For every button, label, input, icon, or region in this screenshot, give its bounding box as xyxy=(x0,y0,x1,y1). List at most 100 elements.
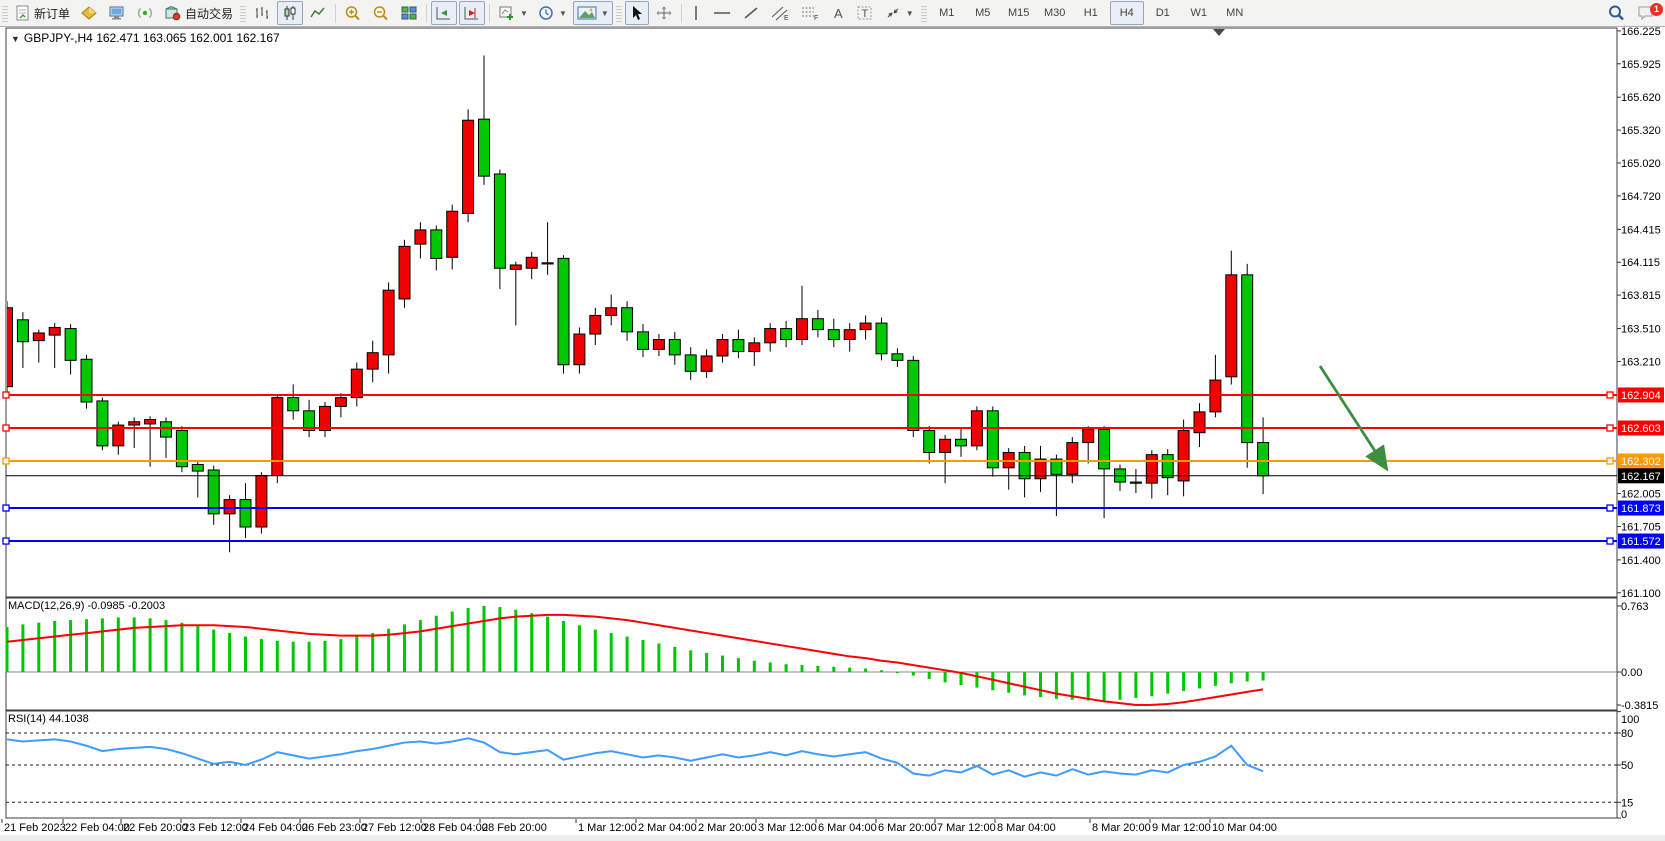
tile-windows-button[interactable] xyxy=(396,1,422,25)
svg-text:T: T xyxy=(861,8,868,20)
toolbar-grip[interactable] xyxy=(2,4,8,22)
line-chart-button[interactable] xyxy=(305,1,331,25)
signal-icon xyxy=(136,5,154,21)
time-tick-label: 28 Feb 20:00 xyxy=(482,822,547,834)
trendline-tool-button[interactable] xyxy=(738,1,764,25)
time-tick-label: 22 Feb 20:00 xyxy=(123,822,188,834)
time-tick-label: 26 Feb 23:00 xyxy=(302,822,367,834)
time-tick-label: 9 Mar 12:00 xyxy=(1152,822,1211,834)
new-order-button[interactable]: 新订单 xyxy=(11,1,74,25)
auto-scroll-button[interactable] xyxy=(431,1,457,25)
rsi-indicator-label: RSI(14) 44.1038 xyxy=(8,713,89,725)
line-handle[interactable] xyxy=(3,458,9,464)
timeframe-button-m5[interactable]: M5 xyxy=(966,1,1000,25)
ohlc-readout: 162.471 163.065 162.001 162.167 xyxy=(96,31,280,45)
autotrading-button[interactable]: 自动交易 xyxy=(160,1,237,25)
text-label-tool-button[interactable]: T xyxy=(852,1,878,25)
time-tick-label: 10 Mar 04:00 xyxy=(1212,822,1277,834)
autotrading-icon xyxy=(164,5,182,21)
vertical-line-tool-button[interactable] xyxy=(686,1,706,25)
candle xyxy=(176,426,187,472)
styles-button[interactable] xyxy=(76,1,102,25)
chevron-down-icon: ▼ xyxy=(520,9,528,18)
mt4-window: 新订单 xyxy=(0,0,1665,841)
chart-canvas[interactable]: 166.225165.925165.620165.320165.020164.7… xyxy=(0,0,1665,841)
profiles-button[interactable]: ▼ xyxy=(534,1,571,25)
gold-diamond-icon xyxy=(80,5,98,21)
equidistant-channel-tool-button[interactable]: E xyxy=(766,1,794,25)
zoom-out-button[interactable] xyxy=(368,1,394,25)
timeframe-button-d1[interactable]: D1 xyxy=(1146,1,1180,25)
chart-header: ▼ GBPJPY-,H4 162.471 163.065 162.001 162.… xyxy=(11,31,280,45)
rsi-tick-label: 50 xyxy=(1621,760,1633,772)
zoom-out-icon xyxy=(372,5,390,22)
monitor-icon xyxy=(108,5,126,21)
fibonacci-tool-button[interactable]: F xyxy=(796,1,824,25)
price-tick-label: 164.720 xyxy=(1621,191,1661,203)
timeframe-button-h1[interactable]: H1 xyxy=(1074,1,1108,25)
line-handle[interactable] xyxy=(1607,538,1613,544)
main-toolbar: 新订单 xyxy=(0,0,1665,27)
chevron-down-icon: ▼ xyxy=(559,9,567,18)
candlestick-chart-icon xyxy=(281,5,299,21)
line-handle[interactable] xyxy=(1607,392,1613,398)
cursor-tool-button[interactable] xyxy=(625,1,649,25)
new-chart-icon xyxy=(498,5,516,21)
timeframe-button-m30[interactable]: M30 xyxy=(1038,1,1072,25)
candle xyxy=(97,398,108,451)
timeframe-button-h4[interactable]: H4 xyxy=(1110,1,1144,25)
channel-icon: E xyxy=(770,5,790,21)
terminal-button[interactable] xyxy=(104,1,130,25)
signals-button[interactable] xyxy=(132,1,158,25)
fibonacci-icon: F xyxy=(800,5,820,21)
text-tool-button[interactable]: A xyxy=(826,1,850,25)
line-handle[interactable] xyxy=(3,538,9,544)
price-tick-label: 164.415 xyxy=(1621,224,1661,236)
horizontal-line-icon xyxy=(712,5,732,21)
one-click-panel-toggle-icon[interactable]: ▼ xyxy=(11,34,20,44)
time-tick-label: 1 Mar 12:00 xyxy=(578,822,637,834)
crosshair-tool-button[interactable] xyxy=(651,1,677,25)
timeframe-button-mn[interactable]: MN xyxy=(1218,1,1252,25)
notifications-button[interactable]: 1 xyxy=(1632,1,1660,25)
rsi-tick-label: 0 xyxy=(1621,809,1627,821)
search-button[interactable] xyxy=(1603,1,1630,25)
bar-chart-icon xyxy=(253,5,271,21)
time-tick-label: 8 Mar 04:00 xyxy=(997,822,1056,834)
time-tick-label: 3 Mar 12:00 xyxy=(758,822,817,834)
candlestick-chart-button[interactable] xyxy=(277,1,303,25)
templates-button[interactable]: ▼ xyxy=(573,1,613,25)
toolbar-grip[interactable] xyxy=(616,4,622,22)
bar-chart-button[interactable] xyxy=(249,1,275,25)
toolbar-grip[interactable] xyxy=(921,4,927,22)
time-tick-label: 6 Mar 20:00 xyxy=(878,822,937,834)
time-tick-label: 21 Feb 2023 xyxy=(4,822,66,834)
line-handle[interactable] xyxy=(1607,425,1613,431)
chevron-down-icon: ▼ xyxy=(906,9,914,18)
timeframe-button-w1[interactable]: W1 xyxy=(1182,1,1216,25)
price-line-label: 161.873 xyxy=(1621,503,1661,515)
line-handle[interactable] xyxy=(1607,505,1613,511)
price-tick-label: 166.225 xyxy=(1621,26,1661,38)
text-label-icon: T xyxy=(856,5,874,21)
macd-indicator-label: MACD(12,26,9) -0.0985 -0.2003 xyxy=(8,600,165,612)
timeframe-button-m1[interactable]: M1 xyxy=(930,1,964,25)
symbol-timeframe-label: GBPJPY-,H4 xyxy=(24,31,93,45)
line-handle[interactable] xyxy=(3,392,9,398)
line-handle[interactable] xyxy=(3,425,9,431)
timeframe-button-m15[interactable]: M15 xyxy=(1002,1,1036,25)
toolbar-right-icons: 1 xyxy=(1602,0,1661,26)
line-handle[interactable] xyxy=(3,505,9,511)
new-order-icon xyxy=(15,5,31,21)
new-chart-button[interactable]: ▼ xyxy=(494,1,532,25)
svg-text:F: F xyxy=(814,15,818,21)
price-line-label: 162.603 xyxy=(1621,423,1661,435)
arrows-tool-button[interactable]: ▼ xyxy=(880,1,918,25)
time-tick-label: 6 Mar 04:00 xyxy=(818,822,877,834)
line-handle[interactable] xyxy=(1607,458,1613,464)
toolbar-grip[interactable] xyxy=(240,4,246,22)
zoom-in-button[interactable] xyxy=(340,1,366,25)
horizontal-line-tool-button[interactable] xyxy=(708,1,736,25)
time-tick-label: 8 Mar 20:00 xyxy=(1092,822,1151,834)
chart-shift-button[interactable] xyxy=(459,1,485,25)
